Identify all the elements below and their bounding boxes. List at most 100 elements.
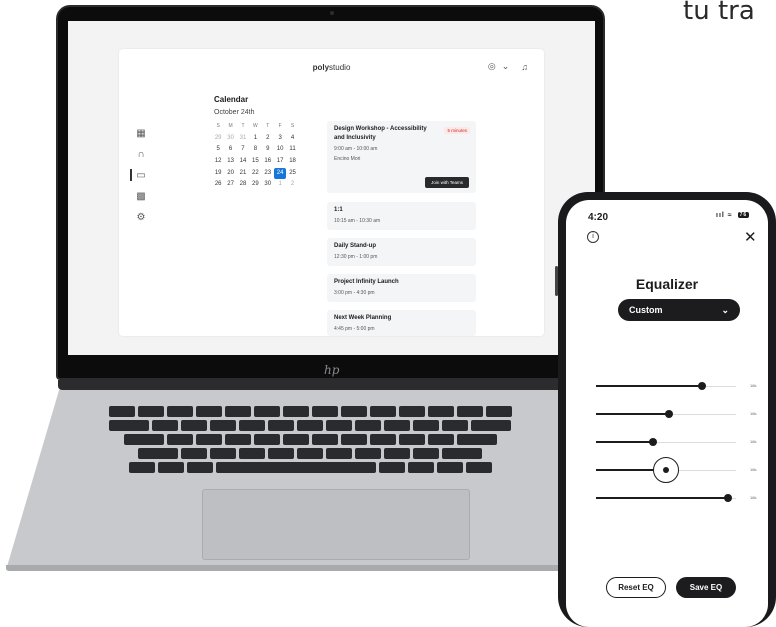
corner-text: tu tra xyxy=(683,0,755,26)
calendar-day[interactable]: 29 xyxy=(249,179,261,191)
laptop-front-edge xyxy=(6,565,596,571)
join-teams-button[interactable]: Join with Teams xyxy=(425,177,469,188)
calendar-day[interactable]: 10 xyxy=(274,144,286,156)
calendar-day[interactable]: 11 xyxy=(286,144,298,156)
calendar-day[interactable]: 2 xyxy=(286,179,298,191)
slider-thumb[interactable] xyxy=(698,382,707,390)
slider-thumb[interactable] xyxy=(649,438,658,446)
slider-thumb[interactable] xyxy=(653,457,679,483)
eq-band-slider[interactable]: 16k xyxy=(596,436,756,450)
calendar-day[interactable]: 13 xyxy=(224,156,236,168)
preset-dropdown[interactable]: Custom ⌄ xyxy=(618,299,740,321)
calendar-day[interactable]: 30 xyxy=(224,133,236,145)
hp-logo: hp xyxy=(324,363,340,377)
calendar-day[interactable]: 14 xyxy=(237,156,249,168)
calendar-day[interactable]: 7 xyxy=(237,144,249,156)
calendar-day[interactable]: 18 xyxy=(286,156,298,168)
calendar-day[interactable]: 19 xyxy=(212,168,224,180)
calendar-day[interactable]: 1 xyxy=(249,133,261,145)
event-time: 9:00 am - 10:00 am xyxy=(334,146,378,152)
calendar-day[interactable]: 15 xyxy=(249,156,261,168)
laptop-screen: polystudio ◎ ⌄ ♫ ▦ ∩ ▭ ▩ ⚙ Calendar Octo… xyxy=(68,21,595,355)
phone-screen: 4:20 ııl ≈ 76 i ✕ Equalizer Custom ⌄ 16k… xyxy=(566,200,768,627)
calendar-day[interactable]: 3 xyxy=(274,133,286,145)
weekday-label: T xyxy=(241,123,245,129)
calendar-day[interactable]: 1 xyxy=(274,179,286,191)
calendar-day[interactable]: 5 xyxy=(212,144,224,156)
keyboard xyxy=(60,406,560,484)
eq-band-slider[interactable]: 16k xyxy=(596,380,756,394)
event-time: 10:15 am - 10:30 am xyxy=(334,218,381,224)
bell-icon[interactable]: ♫ xyxy=(521,62,528,72)
event-title: 1:1 xyxy=(334,207,343,213)
calendar-day[interactable]: 22 xyxy=(249,168,261,180)
band-label: 16k xyxy=(750,439,757,444)
weekday-label: F xyxy=(278,123,282,129)
slider-thumb[interactable] xyxy=(723,494,732,502)
gear-icon[interactable]: ⚙ xyxy=(135,211,147,223)
dashboard-icon[interactable]: ▦ xyxy=(135,127,147,139)
calendar-day[interactable]: 2 xyxy=(262,133,274,145)
calendar-day[interactable]: 31 xyxy=(237,133,249,145)
calendar-icon[interactable]: ▭ xyxy=(130,169,147,181)
calendar-day[interactable]: 21 xyxy=(237,168,249,180)
calendar-day[interactable]: 8 xyxy=(249,144,261,156)
reset-eq-button[interactable]: Reset EQ xyxy=(606,577,666,598)
calendar-day[interactable]: 24 xyxy=(273,167,287,180)
calendar-day[interactable]: 9 xyxy=(262,144,274,156)
slider-thumb[interactable] xyxy=(664,410,673,418)
touchpad xyxy=(202,489,470,560)
save-eq-button[interactable]: Save EQ xyxy=(676,577,736,598)
chevron-down-icon: ⌄ xyxy=(721,304,729,315)
app-brand: polystudio xyxy=(312,63,351,72)
event-time: 4:45 pm - 5:00 pm xyxy=(334,326,375,332)
weekday-label: S xyxy=(216,123,220,129)
event-card-project-infinity[interactable]: Project Infinity Launch 3:00 pm - 4:30 p… xyxy=(327,274,476,302)
laptop-hinge xyxy=(58,380,603,390)
calendar-month: October 24th xyxy=(214,109,255,116)
event-card-next-week-planning[interactable]: Next Week Planning 4:45 pm - 5:00 pm xyxy=(327,310,476,336)
calendar-day[interactable]: 29 xyxy=(212,133,224,145)
grid-icon[interactable]: ▩ xyxy=(135,190,147,202)
event-title: Daily Stand-up xyxy=(334,243,377,249)
chevron-down-icon[interactable]: ⌄ xyxy=(502,61,510,72)
calendar-day[interactable]: 16 xyxy=(262,156,274,168)
calendar-day[interactable]: 25 xyxy=(286,168,298,180)
eq-band-slider[interactable]: 16k xyxy=(596,492,756,506)
band-label: 16k xyxy=(750,411,757,416)
calendar-day[interactable]: 27 xyxy=(224,179,236,191)
band-label: 16k xyxy=(750,383,757,388)
event-card-design-workshop[interactable]: Design Workshop - Accessibility and Incl… xyxy=(327,121,476,193)
wifi-icon: ≈ xyxy=(727,212,733,219)
calendar-day[interactable]: 4 xyxy=(286,133,298,145)
laptop-lid: polystudio ◎ ⌄ ♫ ▦ ∩ ▭ ▩ ⚙ Calendar Octo… xyxy=(56,5,605,380)
app-window: polystudio ◎ ⌄ ♫ ▦ ∩ ▭ ▩ ⚙ Calendar Octo… xyxy=(119,49,544,336)
eq-band-slider[interactable]: 16k xyxy=(596,408,756,422)
event-card-daily-standup[interactable]: Daily Stand-up 12:30 pm - 1:00 pm xyxy=(327,238,476,266)
calendar-day[interactable]: 6 xyxy=(224,144,236,156)
calendar-title: Calendar xyxy=(214,95,249,104)
eq-band-slider[interactable]: 16k xyxy=(596,457,756,483)
calendar-day[interactable]: 28 xyxy=(237,179,249,191)
webcam xyxy=(330,11,334,15)
band-label: 16k xyxy=(750,495,757,500)
calendar-day[interactable]: 26 xyxy=(212,179,224,191)
close-icon[interactable]: ✕ xyxy=(744,228,757,246)
calendar-day[interactable]: 12 xyxy=(212,156,224,168)
phone: 4:20 ııl ≈ 76 i ✕ Equalizer Custom ⌄ 16k… xyxy=(558,192,776,627)
user-circle-icon[interactable]: ◎ xyxy=(488,61,496,72)
headset-icon[interactable]: ∩ xyxy=(135,148,147,160)
event-location: Encino Mori xyxy=(334,156,361,162)
calendar-day[interactable]: 30 xyxy=(262,179,274,191)
info-icon[interactable]: i xyxy=(587,231,599,243)
calendar-day[interactable]: 20 xyxy=(224,168,236,180)
calendar-day[interactable]: 23 xyxy=(262,168,274,180)
event-card-1on1[interactable]: 1:1 10:15 am - 10:30 am xyxy=(327,202,476,230)
event-title: Project Infinity Launch xyxy=(334,279,399,285)
weekday-label: T xyxy=(266,123,270,129)
weekday-label: S xyxy=(290,123,295,129)
sidebar: ▦ ∩ ▭ ▩ ⚙ xyxy=(130,127,147,223)
calendar-day[interactable]: 17 xyxy=(274,156,286,168)
weekday-label: W xyxy=(253,123,258,129)
event-time: 3:00 pm - 4:30 pm xyxy=(334,290,375,296)
